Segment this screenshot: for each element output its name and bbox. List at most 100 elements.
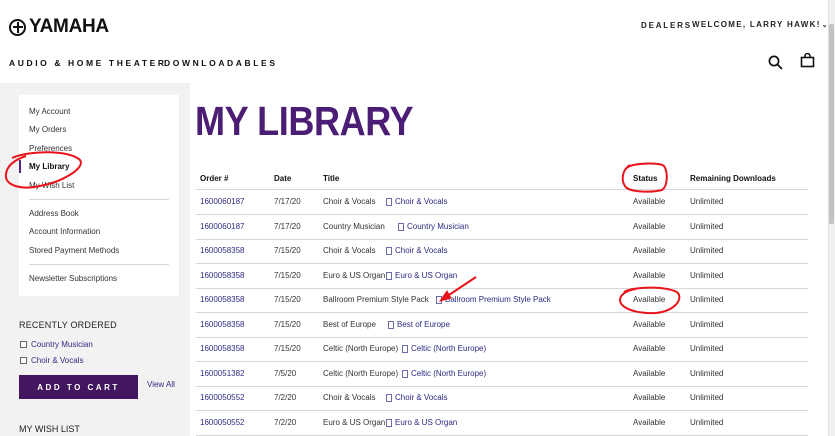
- row-divider: [196, 337, 808, 338]
- remaining-downloads: Unlimited: [690, 344, 724, 353]
- checkbox[interactable]: [20, 341, 27, 348]
- column-header-date: Date: [274, 174, 292, 183]
- nav-audio-home-theater[interactable]: AUDIO & HOME THEATER: [9, 58, 167, 68]
- checkbox[interactable]: [20, 357, 27, 364]
- sidebar-item-my-wish-list[interactable]: My Wish List: [29, 181, 74, 190]
- document-icon: [386, 393, 392, 402]
- row-divider: [196, 239, 808, 240]
- tuning-fork-logo-icon: [9, 18, 26, 36]
- download-link-label[interactable]: Best of Europe: [397, 320, 450, 329]
- download-link-label[interactable]: Choir & Vocals: [395, 393, 447, 402]
- status-value: Available: [633, 295, 666, 304]
- row-divider: [196, 288, 808, 289]
- page-title: MY LIBRARY: [195, 98, 414, 144]
- download-link-label[interactable]: Euro & US Organ: [395, 418, 457, 427]
- order-date: 7/2/20: [274, 393, 297, 402]
- order-date: 7/17/20: [274, 197, 301, 206]
- order-number-link[interactable]: 1600058358: [200, 271, 245, 280]
- order-number-link[interactable]: 1600058358: [200, 344, 245, 353]
- sidebar-item-my-account[interactable]: My Account: [29, 107, 70, 116]
- recent-item-country-musician[interactable]: Country Musician: [20, 340, 93, 349]
- view-all-link[interactable]: View All: [147, 380, 175, 389]
- document-icon: [386, 246, 392, 255]
- remaining-downloads: Unlimited: [690, 295, 724, 304]
- order-number-link[interactable]: 1600058358: [200, 295, 245, 304]
- column-header-title: Title: [323, 174, 340, 183]
- item-title: Celtic (North Europe): [323, 344, 399, 353]
- order-number-link[interactable]: 1600051382: [200, 369, 245, 378]
- row-divider: [196, 214, 808, 215]
- row-divider: [196, 312, 808, 313]
- document-icon: [398, 222, 404, 231]
- order-number-link[interactable]: 1600060187: [200, 222, 245, 231]
- item-title: Ballroom Premium Style Pack: [323, 295, 429, 304]
- remaining-downloads: Unlimited: [690, 222, 724, 231]
- nav-downloadables[interactable]: DOWNLOADABLES: [164, 58, 278, 68]
- dealers-link[interactable]: DEALERS: [641, 21, 692, 30]
- download-link[interactable]: Celtic (North Europe): [402, 369, 486, 378]
- scrollbar-thumb[interactable]: [829, 24, 834, 224]
- download-link-label[interactable]: Choir & Vocals: [395, 197, 447, 206]
- item-title: Country Musician: [323, 222, 385, 231]
- brand-name: YAMAHA: [29, 16, 109, 37]
- remaining-downloads: Unlimited: [690, 320, 724, 329]
- download-link[interactable]: Ballroom Premium Style Pack: [436, 295, 551, 304]
- column-header-remaining-downloads: Remaining Downloads: [690, 174, 776, 183]
- remaining-downloads: Unlimited: [690, 197, 724, 206]
- sidebar-item-account-information[interactable]: Account Information: [29, 227, 100, 236]
- download-link[interactable]: Choir & Vocals: [386, 197, 447, 206]
- download-link[interactable]: Country Musician: [398, 222, 469, 231]
- download-link[interactable]: Euro & US Organ: [386, 418, 457, 427]
- document-icon: [388, 320, 394, 329]
- page: YAMAHA DEALERS WELCOME, LARRY HAWK!⌄ AUD…: [0, 0, 835, 436]
- sidebar-item-my-orders[interactable]: My Orders: [29, 125, 66, 134]
- download-link-label[interactable]: Celtic (North Europe): [411, 369, 486, 378]
- order-number-link[interactable]: 1600050552: [200, 418, 245, 427]
- order-date: 7/15/20: [274, 320, 301, 329]
- search-icon[interactable]: [768, 55, 783, 70]
- status-value: Available: [633, 246, 666, 255]
- order-number-link[interactable]: 1600050552: [200, 393, 245, 402]
- status-value: Available: [633, 222, 666, 231]
- sidebar-divider: [29, 264, 169, 265]
- active-indicator: [19, 160, 21, 173]
- column-header-order: Order #: [200, 174, 229, 183]
- sidebar-item-preferences[interactable]: Preferences: [29, 144, 72, 153]
- add-to-cart-button[interactable]: ADD TO CART: [19, 375, 138, 399]
- item-title: Choir & Vocals: [323, 246, 376, 255]
- sidebar-item-stored-payment-methods[interactable]: Stored Payment Methods: [29, 246, 119, 255]
- recently-ordered-heading: RECENTLY ORDERED: [19, 320, 117, 330]
- order-date: 7/15/20: [274, 246, 301, 255]
- order-number-link[interactable]: 1600060187: [200, 197, 245, 206]
- download-link[interactable]: Choir & Vocals: [386, 246, 447, 255]
- order-number-link[interactable]: 1600058358: [200, 320, 245, 329]
- recent-item-choir-vocals[interactable]: Choir & Vocals: [20, 356, 83, 365]
- recent-item-label[interactable]: Country Musician: [31, 340, 93, 349]
- download-link[interactable]: Choir & Vocals: [386, 393, 447, 402]
- table-header-rule: [196, 189, 808, 190]
- welcome-text: WELCOME, LARRY HAWK!: [692, 20, 821, 29]
- sidebar-item-newsletter-subscriptions[interactable]: Newsletter Subscriptions: [29, 274, 117, 283]
- item-title: Celtic (North Europe): [323, 369, 399, 378]
- download-link-label[interactable]: Celtic (North Europe): [411, 344, 486, 353]
- order-date: 7/5/20: [274, 369, 297, 378]
- row-divider: [196, 361, 808, 362]
- download-link[interactable]: Celtic (North Europe): [402, 344, 486, 353]
- download-link-label[interactable]: Euro & US Organ: [395, 271, 457, 280]
- account-menu[interactable]: WELCOME, LARRY HAWK!⌄: [692, 20, 829, 29]
- row-divider: [196, 410, 808, 411]
- remaining-downloads: Unlimited: [690, 246, 724, 255]
- yamaha-logo[interactable]: YAMAHA: [9, 16, 109, 38]
- sidebar-item-my-library[interactable]: My Library: [29, 162, 69, 171]
- sidebar-item-address-book[interactable]: Address Book: [29, 209, 79, 218]
- download-link-label[interactable]: Country Musician: [407, 222, 469, 231]
- download-link-label[interactable]: Choir & Vocals: [395, 246, 447, 255]
- order-date: 7/2/20: [274, 418, 297, 427]
- download-link[interactable]: Best of Europe: [388, 320, 450, 329]
- download-link[interactable]: Euro & US Organ: [386, 271, 457, 280]
- download-link-label[interactable]: Ballroom Premium Style Pack: [445, 295, 551, 304]
- status-value: Available: [633, 271, 666, 280]
- order-number-link[interactable]: 1600058358: [200, 246, 245, 255]
- recent-item-label[interactable]: Choir & Vocals: [31, 356, 83, 365]
- shopping-bag-icon[interactable]: [800, 53, 815, 68]
